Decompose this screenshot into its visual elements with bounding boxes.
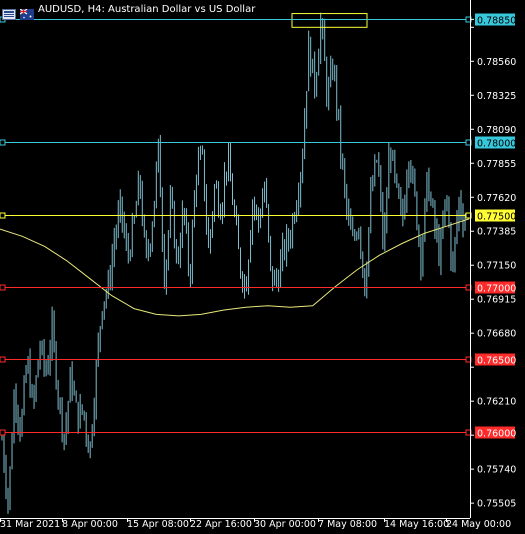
chart-window[interactable]: 0.78850 0.78000 0.77500 0.77000 0.76500 0.760… [0,0,525,534]
level-price-label: 0.77000 [477,284,516,295]
chart-title: AUDUSD, H4: Australian Dollar vs US Doll… [38,4,256,15]
price-tick-label: 0.76915 [477,295,516,306]
price-tick-label: 0.77620 [477,193,516,204]
price-tick-label: 0.77150 [477,261,516,272]
price-tick-label: 0.76680 [477,329,516,340]
level-handle-left[interactable] [0,429,6,436]
price-tick-label: 0.75505 [477,499,516,510]
level-handle-left[interactable] [0,284,6,291]
time-tick-label: 24 May 00:00 [446,519,511,530]
level-price-label: 0.78000 [477,139,516,150]
price-tick-label: 0.76210 [477,397,516,408]
chart-title-bar: AUDUSD, H4: Australian Dollar vs US Doll… [2,2,256,20]
time-tick-label: 22 Apr 16:00 [190,519,252,530]
time-tick-label: 14 May 16:00 [384,519,449,530]
price-tick-label: 0.75740 [477,465,516,476]
price-tick-label: 0.78325 [477,91,516,102]
highlight-rectangle[interactable] [291,13,368,28]
level-price-label: 0.77500 [477,212,516,223]
australia-flag-icon [19,5,34,20]
price-tick-label: 0.78090 [477,125,516,136]
chart-window-icon [2,5,16,20]
level-price-label: 0.76000 [477,429,516,440]
price-tick-label: 0.77385 [477,227,516,238]
moving-average-line [0,218,470,317]
time-tick-label: 7 May 08:00 [318,519,377,530]
price-tick-label: 0.77855 [477,159,516,170]
time-tick-label: 30 Apr 00:00 [254,519,316,530]
level-handle-left[interactable] [0,139,6,146]
price-chart[interactable]: 0.78850 0.78000 0.77500 0.77000 0.76500 0.760… [0,0,525,534]
level-handle-left[interactable] [0,212,6,219]
price-tick-label: 0.78560 [477,57,516,68]
time-tick-label: 31 Mar 2021 [0,519,60,530]
time-tick-label: 15 Apr 08:00 [127,519,189,530]
time-tick-label: 8 Apr 00:00 [62,519,118,530]
level-price-label: 0.78850 [477,16,516,27]
level-handle-left[interactable] [0,356,6,363]
level-price-label: 0.76500 [477,356,516,367]
